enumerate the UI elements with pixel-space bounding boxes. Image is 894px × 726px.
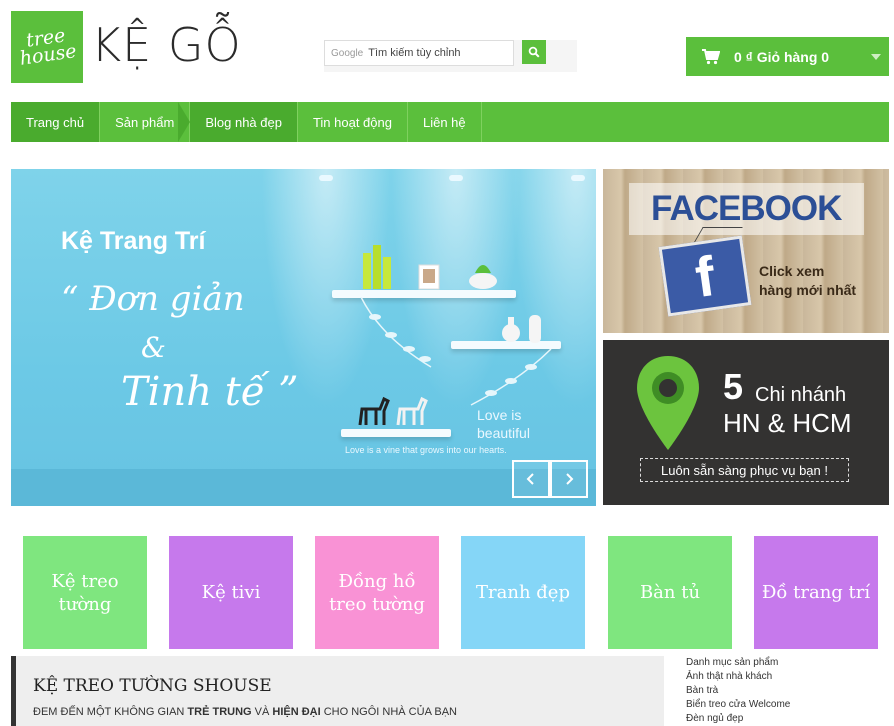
chevron-down-icon[interactable] [871, 54, 881, 60]
ceiling-lamp [571, 175, 585, 181]
shelf-decor-illustration [363, 245, 497, 290]
map-pin-icon [637, 356, 699, 450]
category-tile-pictures[interactable]: Tranh đẹp [461, 536, 585, 649]
nav-item-home[interactable]: Trang chủ [11, 102, 101, 142]
facebook-cta-line-2: hàng mới nhất [759, 282, 857, 298]
google-label: Google [331, 47, 364, 59]
main-nav: Trang chủ Sản phẩm Blog nhà đẹp Tin hoạt… [11, 102, 889, 142]
branch-cities: HN & HCM [723, 408, 852, 438]
floor [11, 469, 596, 506]
hero-line-1: “ Đơn giản [61, 279, 245, 319]
side-link[interactable]: Bàn trà [686, 684, 790, 698]
vine-decal [360, 297, 432, 368]
facebook-cta-line-1: Click xem [759, 263, 825, 279]
branch-count: 5 [723, 366, 744, 407]
slider-next-button[interactable] [550, 460, 588, 498]
nav-item-news[interactable]: Tin hoạt động [298, 102, 408, 142]
site-name[interactable]: KỆ GỖ [91, 18, 242, 72]
facebook-banner[interactable]: FACEBOOK f Click xem hàng mới nhất [603, 169, 889, 333]
search-input-value: Tìm kiếm tùy chỉnh [368, 47, 461, 59]
hero-slider[interactable]: Kệ Trang Trí “ Đơn giản & Tinh tế ” Love… [11, 169, 596, 506]
hero-line-2: & [141, 331, 166, 364]
side-links: Danh mục sản phẩm Ảnh thật nhà khách Bàn… [686, 656, 790, 726]
category-tile-wall-clock[interactable]: Đồng hồ treo tường [315, 536, 439, 649]
slider-prev-button[interactable] [512, 460, 550, 498]
hero-line-3: Tinh tế ” [121, 369, 299, 415]
horse-figures-illustration [358, 396, 428, 426]
category-tile-tv-shelf[interactable]: Kệ tivi [169, 536, 293, 649]
cart-icon [702, 48, 720, 65]
hero-title: Kệ Trang Trí [61, 227, 206, 255]
ceiling-lamp [449, 175, 463, 181]
section-header: KỆ TREO TƯỜNG SHOUSE ĐEM ĐẾN MỘT KHÔNG G… [11, 656, 664, 726]
ceiling-lamp [319, 175, 333, 181]
search-input[interactable]: Google Tìm kiếm tùy chỉnh [324, 40, 514, 66]
vine-decal [470, 349, 552, 406]
category-tile-decor[interactable]: Đồ trang trí [754, 536, 878, 649]
branch-label: Chi nhánh [755, 384, 847, 406]
side-link[interactable]: Ảnh thật nhà khách [686, 670, 790, 684]
facebook-icon: f [658, 235, 752, 317]
hero-love-text-2: beautiful [477, 425, 530, 441]
side-link[interactable]: Danh mục sản phẩm [686, 656, 790, 670]
nav-item-products[interactable]: Sản phẩm [100, 102, 191, 142]
facebook-title: FACEBOOK [651, 189, 842, 228]
branch-tagline: Luôn sẵn sàng phục vụ bạn ! [640, 458, 849, 482]
search-button[interactable] [522, 40, 546, 64]
category-tile-wall-shelf[interactable]: Kệ treo tường [23, 536, 147, 649]
chevron-left-icon [526, 473, 534, 485]
section-subheading: ĐEM ĐẾN MỘT KHÔNG GIAN TRẺ TRUNG VÀ HIỆN… [33, 706, 457, 718]
search-icon [528, 46, 540, 58]
search-box: Google Tìm kiếm tùy chỉnh [324, 40, 577, 72]
logo-text: tree house [18, 24, 78, 70]
chevron-right-icon [566, 473, 574, 485]
cart-label: 0 ₫ Giỏ hàng 0 [734, 48, 830, 65]
side-link[interactable]: Đèn ngủ đẹp [686, 712, 790, 726]
side-link[interactable]: Biển treo cửa Welcome [686, 698, 790, 712]
category-tile-tables[interactable]: Bàn tủ [608, 536, 732, 649]
branch-banner[interactable]: 5 Chi nhánh HN & HCM Luôn sẵn sàng phục … [603, 340, 889, 505]
page: tree house KỆ GỖ Google Tìm kiếm tùy chỉ… [0, 0, 894, 726]
hero-love-text-1: Love is [477, 407, 522, 423]
nav-item-blog[interactable]: Blog nhà đẹp [178, 102, 298, 142]
hero-love-quote: Love is a vine that grows into our heart… [345, 445, 507, 455]
cart-button[interactable]: 0 ₫ Giỏ hàng 0 [686, 37, 889, 76]
vase-illustration [502, 315, 541, 343]
nav-item-contact[interactable]: Liên hệ [408, 102, 482, 142]
section-heading: KỆ TREO TƯỜNG SHOUSE [33, 676, 272, 696]
logo[interactable]: tree house [11, 11, 83, 83]
